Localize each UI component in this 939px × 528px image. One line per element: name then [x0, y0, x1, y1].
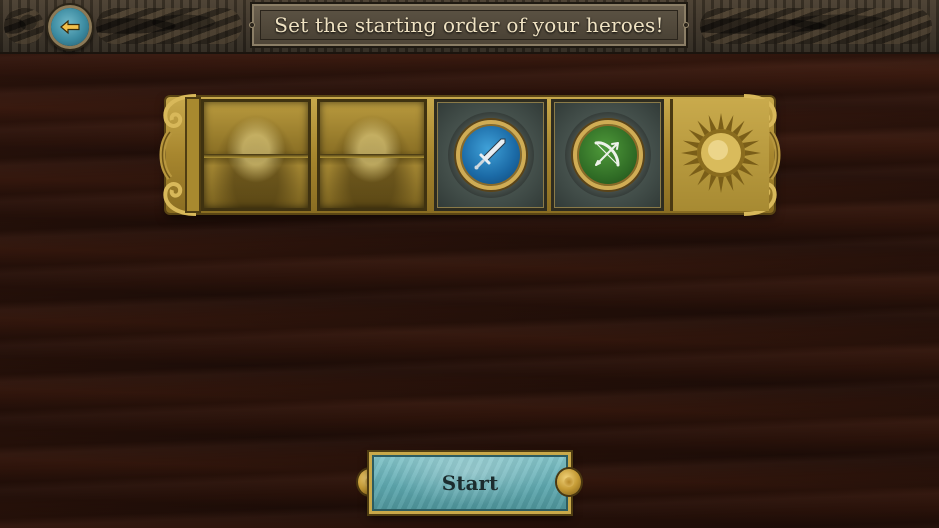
sun-panel	[670, 99, 769, 211]
back-button[interactable]	[51, 8, 89, 46]
hero-slot-1-empty[interactable]	[201, 99, 311, 211]
arrow-left-icon	[59, 19, 81, 35]
top-bar: Set the starting order of your heroes!	[0, 0, 939, 54]
start-button-label: Start	[441, 471, 499, 495]
start-button-stud-right	[557, 469, 581, 495]
bow-icon	[588, 133, 628, 177]
sun-icon	[678, 110, 764, 200]
medal-ring	[564, 112, 651, 198]
archer-medallion[interactable]	[572, 120, 643, 190]
vine-ornament-left	[96, 8, 242, 44]
title-plate: Set the starting order of your heroes!	[249, 2, 689, 48]
slot-seam	[204, 154, 308, 158]
vine-ornament-right	[700, 8, 932, 44]
rivet	[249, 22, 255, 28]
vine-ornament-edge	[4, 8, 44, 44]
rivet	[683, 22, 689, 28]
hero-slot-4-archer[interactable]	[551, 99, 664, 211]
start-button[interactable]: Start	[369, 452, 571, 514]
page-title: Set the starting order of your heroes!	[274, 13, 664, 37]
sword-icon	[471, 133, 511, 177]
warrior-medallion[interactable]	[455, 120, 526, 190]
hero-slot-3-warrior[interactable]	[434, 99, 547, 211]
hero-order-frame	[156, 92, 784, 218]
scroll-ornament-left	[159, 94, 201, 216]
slot-seam	[320, 154, 424, 158]
medal-ring	[447, 112, 534, 198]
hero-slot-2-empty[interactable]	[317, 99, 427, 211]
